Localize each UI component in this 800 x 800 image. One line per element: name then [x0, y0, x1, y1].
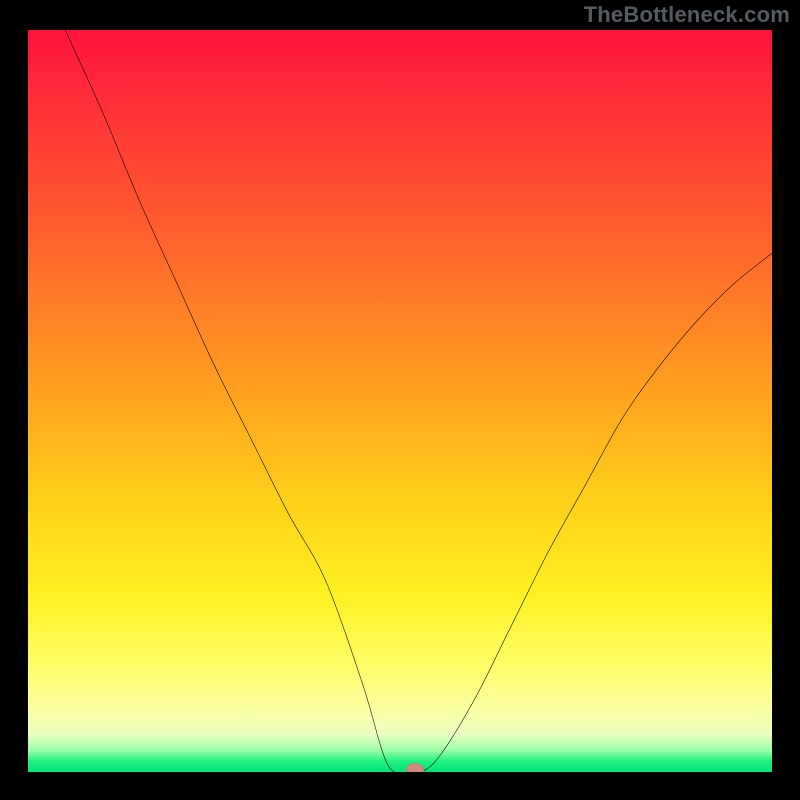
- watermark-text: TheBottleneck.com: [584, 2, 790, 28]
- chart-frame: TheBottleneck.com: [0, 0, 800, 800]
- bottleneck-curve: [28, 30, 772, 772]
- plot-area: [28, 30, 772, 772]
- optimal-point-marker: [406, 763, 424, 772]
